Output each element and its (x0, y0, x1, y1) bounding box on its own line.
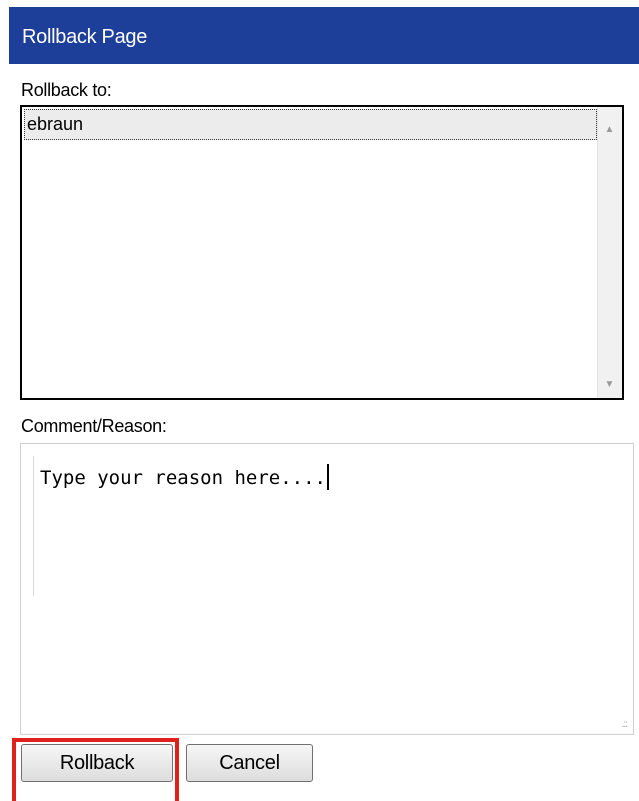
rollback-to-listbox[interactable]: ebraun ▲ ▼ (20, 105, 624, 400)
resize-grip-icon[interactable]: .:: (622, 719, 628, 730)
dialog-titlebar: Rollback Page (9, 7, 639, 64)
listbox-scrollbar[interactable]: ▲ ▼ (597, 107, 622, 398)
comment-reason-label: Comment/Reason: (21, 416, 167, 436)
triangle-down-icon[interactable]: ▼ (598, 374, 621, 396)
triangle-up-icon[interactable]: ▲ (598, 119, 621, 141)
rollback-highlight-box (12, 738, 179, 801)
dialog-title: Rollback Page (22, 26, 148, 48)
text-caret (326, 464, 329, 490)
rollback-to-label: Rollback to: (21, 80, 112, 100)
list-item[interactable]: ebraun (24, 109, 597, 140)
comment-text: Type your reason here.... (40, 467, 326, 489)
comment-reason-textarea[interactable]: Type your reason here.... .:: (20, 443, 634, 735)
textarea-inner-border (33, 456, 34, 596)
cancel-button[interactable]: Cancel (186, 744, 313, 782)
listbox-items: ebraun (22, 107, 598, 398)
